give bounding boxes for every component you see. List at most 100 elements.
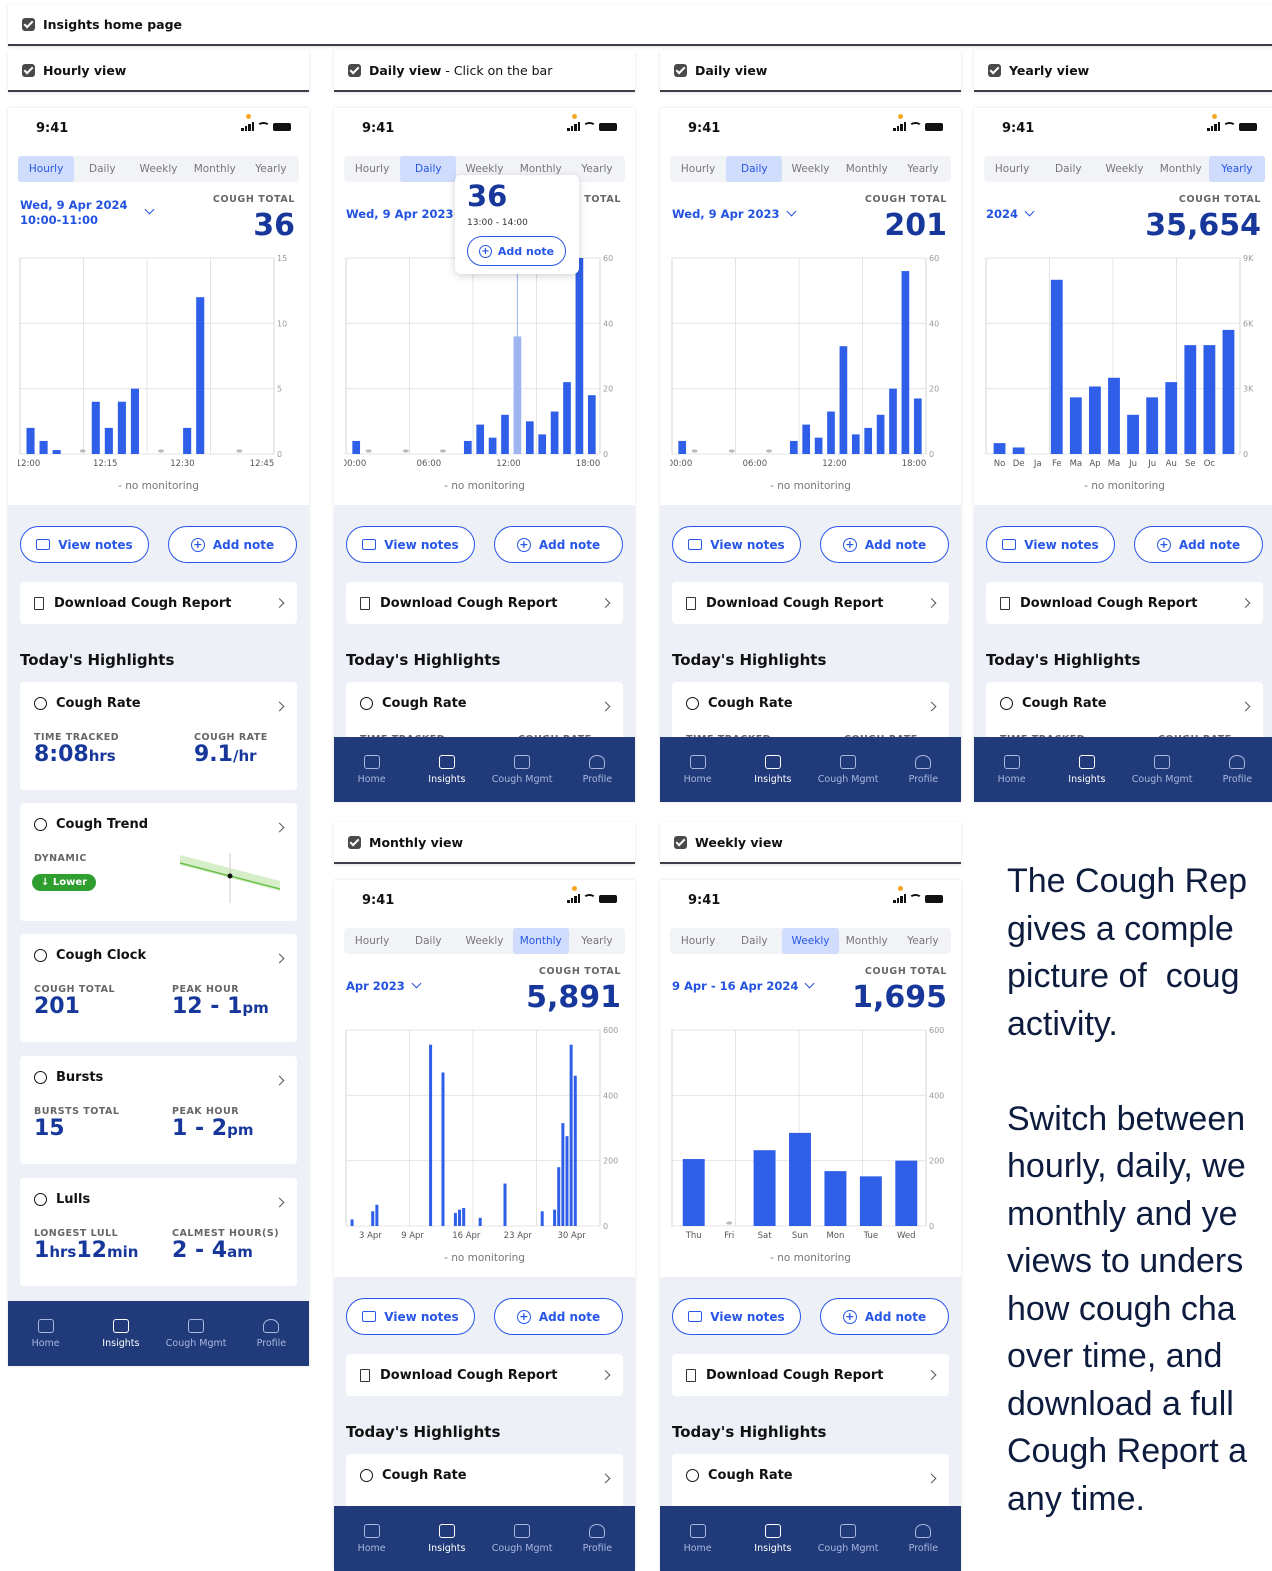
add-note-button[interactable]: + Add note xyxy=(820,1298,949,1335)
document-icon xyxy=(1000,596,1010,610)
download-report-button[interactable]: Download Cough Report xyxy=(20,582,297,624)
tab-hourly[interactable]: Hourly xyxy=(670,928,726,954)
tab-weekly[interactable]: Weekly xyxy=(130,156,186,182)
nav-cough-mgmt[interactable]: Cough Mgmt xyxy=(161,1318,231,1349)
nav-cough-mgmt[interactable]: Cough Mgmt xyxy=(487,1523,557,1554)
nav-home[interactable]: Home xyxy=(337,754,407,785)
chevron-right-icon xyxy=(600,1370,611,1380)
tab-hourly[interactable]: Hourly xyxy=(344,928,400,954)
tab-yearly[interactable]: Yearly xyxy=(243,156,299,182)
nav-home[interactable]: Home xyxy=(977,754,1047,785)
tab-daily[interactable]: Daily xyxy=(726,928,782,954)
tab-hourly[interactable]: Hourly xyxy=(670,156,726,182)
date-selector[interactable]: 9 Apr - 16 Apr 2024 xyxy=(672,978,815,994)
date-selector[interactable]: Wed, 9 Apr 2024 10:00-11:00 xyxy=(20,198,155,228)
view-notes-button[interactable]: View notes xyxy=(672,526,801,563)
tab-daily[interactable]: Daily xyxy=(400,928,456,954)
highlight-card[interactable]: Cough Trend DYNAMIC ↓ Lower xyxy=(20,803,297,921)
bar-chart[interactable]: 600 400 200 0 3 Apr 9 Apr 16 Apr 23 Apr 30 Apr xyxy=(344,1024,625,1264)
date-selector[interactable]: Apr 2023 xyxy=(346,978,422,994)
nav-insights[interactable]: Insights xyxy=(738,1523,808,1554)
note-buttons: View notes + Add note xyxy=(986,526,1263,563)
tab-weekly[interactable]: Weekly xyxy=(782,928,839,954)
chart-bar xyxy=(350,1219,354,1226)
view-label-text: Daily view xyxy=(369,62,442,78)
tab-daily[interactable]: Daily xyxy=(400,156,457,182)
nav-home[interactable]: Home xyxy=(663,1523,733,1554)
nav-cough-mgmt[interactable]: Cough Mgmt xyxy=(487,754,557,785)
tab-yearly[interactable]: Yearly xyxy=(1208,156,1266,182)
highlight-card[interactable]: Cough Clock COUGH TOTAL 201 PEAK HOUR 12 - 1… xyxy=(20,934,297,1042)
download-report-button[interactable]: Download Cough Report xyxy=(672,582,949,624)
tab-monthly[interactable]: Monthly xyxy=(187,156,243,182)
chevron-right-icon xyxy=(274,1075,285,1086)
bursts-peak-value: 1 - 2pm xyxy=(172,1116,253,1141)
date-selector[interactable]: Wed, 9 Apr 2023 xyxy=(672,206,796,222)
nav-profile[interactable]: Profile xyxy=(562,754,632,785)
add-note-button[interactable]: + Add note xyxy=(494,1298,623,1335)
tab-hourly[interactable]: Hourly xyxy=(18,156,75,182)
battery-icon xyxy=(925,123,943,131)
tab-monthly[interactable]: Monthly xyxy=(839,928,895,954)
bar-chart[interactable]: 9K 6K 3K 0 No De Ja Fe Ma Ap Ma Ju Ju Au Se Oc xyxy=(984,252,1265,492)
tab-yearly[interactable]: Yearly xyxy=(895,156,951,182)
nav-profile[interactable]: Profile xyxy=(236,1318,306,1349)
nav-cough-mgmt[interactable]: Cough Mgmt xyxy=(813,754,883,785)
nav-cough-mgmt[interactable]: Cough Mgmt xyxy=(1127,754,1197,785)
tab-weekly[interactable]: Weekly xyxy=(1096,156,1152,182)
highlight-card[interactable]: Bursts BURSTS TOTAL 15 PEAK HOUR 1 - 2pm xyxy=(20,1056,297,1164)
tab-yearly[interactable]: Yearly xyxy=(895,928,951,954)
highlight-card[interactable]: Lulls LONGEST LULL 1hrs12min CALMEST HOUR(S… xyxy=(20,1178,297,1286)
nav-cough-mgmt[interactable]: Cough Mgmt xyxy=(813,1523,883,1554)
nav-profile[interactable]: Profile xyxy=(888,754,958,785)
nav-insights[interactable]: Insights xyxy=(1052,754,1122,785)
add-note-button[interactable]: + Add note xyxy=(168,526,297,563)
nav-home[interactable]: Home xyxy=(663,754,733,785)
download-report-button[interactable]: Download Cough Report xyxy=(346,1354,623,1396)
chart-bar xyxy=(1127,414,1139,454)
tab-yearly[interactable]: Yearly xyxy=(569,928,625,954)
chart-bar xyxy=(1108,377,1120,454)
nav-profile[interactable]: Profile xyxy=(1202,754,1272,785)
nav-home[interactable]: Home xyxy=(337,1523,407,1554)
tab-daily[interactable]: Daily xyxy=(74,156,130,182)
tab-weekly[interactable]: Weekly xyxy=(782,156,838,182)
download-report-button[interactable]: Download Cough Report xyxy=(346,582,623,624)
tab-hourly[interactable]: Hourly xyxy=(984,156,1040,182)
view-notes-button[interactable]: View notes xyxy=(20,526,149,563)
view-notes-button[interactable]: View notes xyxy=(672,1298,801,1335)
tab-monthly[interactable]: Monthly xyxy=(1153,156,1209,182)
download-report-button[interactable]: Download Cough Report xyxy=(986,582,1263,624)
view-notes-button[interactable]: View notes xyxy=(986,526,1115,563)
bar-chart[interactable]: 600 400 200 0 Thu Fri Sat Sun Mon Tue Wed xyxy=(670,1024,951,1264)
nav-profile[interactable]: Profile xyxy=(562,1523,632,1554)
bar-chart[interactable]: 60 40 20 0 00:00 06:00 12:00 18:00 xyxy=(670,252,951,492)
document-icon xyxy=(686,596,696,610)
add-note-button[interactable]: + Add note xyxy=(1134,526,1263,563)
document-icon xyxy=(34,596,44,610)
tab-monthly[interactable]: Monthly xyxy=(512,928,569,954)
view-notes-button[interactable]: View notes xyxy=(346,526,475,563)
highlight-card[interactable]: Cough Rate TIME TRACKED 8:08hrs COUGH RATE 9… xyxy=(20,682,297,790)
view-notes-button[interactable]: View notes xyxy=(346,1298,475,1335)
nav-insights[interactable]: Insights xyxy=(738,754,808,785)
date-selector[interactable]: Wed, 9 Apr 2023 xyxy=(346,206,470,222)
add-note-button[interactable]: + Add note xyxy=(820,526,949,563)
bar-chart[interactable]: 60 40 20 0 00:00 06:00 12:00 18:00 xyxy=(344,252,625,492)
tab-hourly[interactable]: Hourly xyxy=(344,156,400,182)
tab-monthly[interactable]: Monthly xyxy=(839,156,895,182)
nav-label: Insights xyxy=(102,1337,140,1349)
nav-home[interactable]: Home xyxy=(11,1318,81,1349)
nav-insights[interactable]: Insights xyxy=(412,1523,482,1554)
tab-daily[interactable]: Daily xyxy=(726,156,783,182)
download-report-button[interactable]: Download Cough Report xyxy=(672,1354,949,1396)
nav-insights[interactable]: Insights xyxy=(412,754,482,785)
tab-weekly[interactable]: Weekly xyxy=(456,928,512,954)
nav-insights[interactable]: Insights xyxy=(86,1318,156,1349)
date-selector[interactable]: 2024 xyxy=(986,206,1035,222)
add-note-button[interactable]: + Add note xyxy=(494,526,623,563)
tooltip-add-note-button[interactable]: + Add note xyxy=(467,236,566,266)
nav-profile[interactable]: Profile xyxy=(888,1523,958,1554)
tab-daily[interactable]: Daily xyxy=(1040,156,1096,182)
bar-chart[interactable]: 15 10 5 0 12:00 12:15 12:30 12:45 xyxy=(18,252,299,492)
